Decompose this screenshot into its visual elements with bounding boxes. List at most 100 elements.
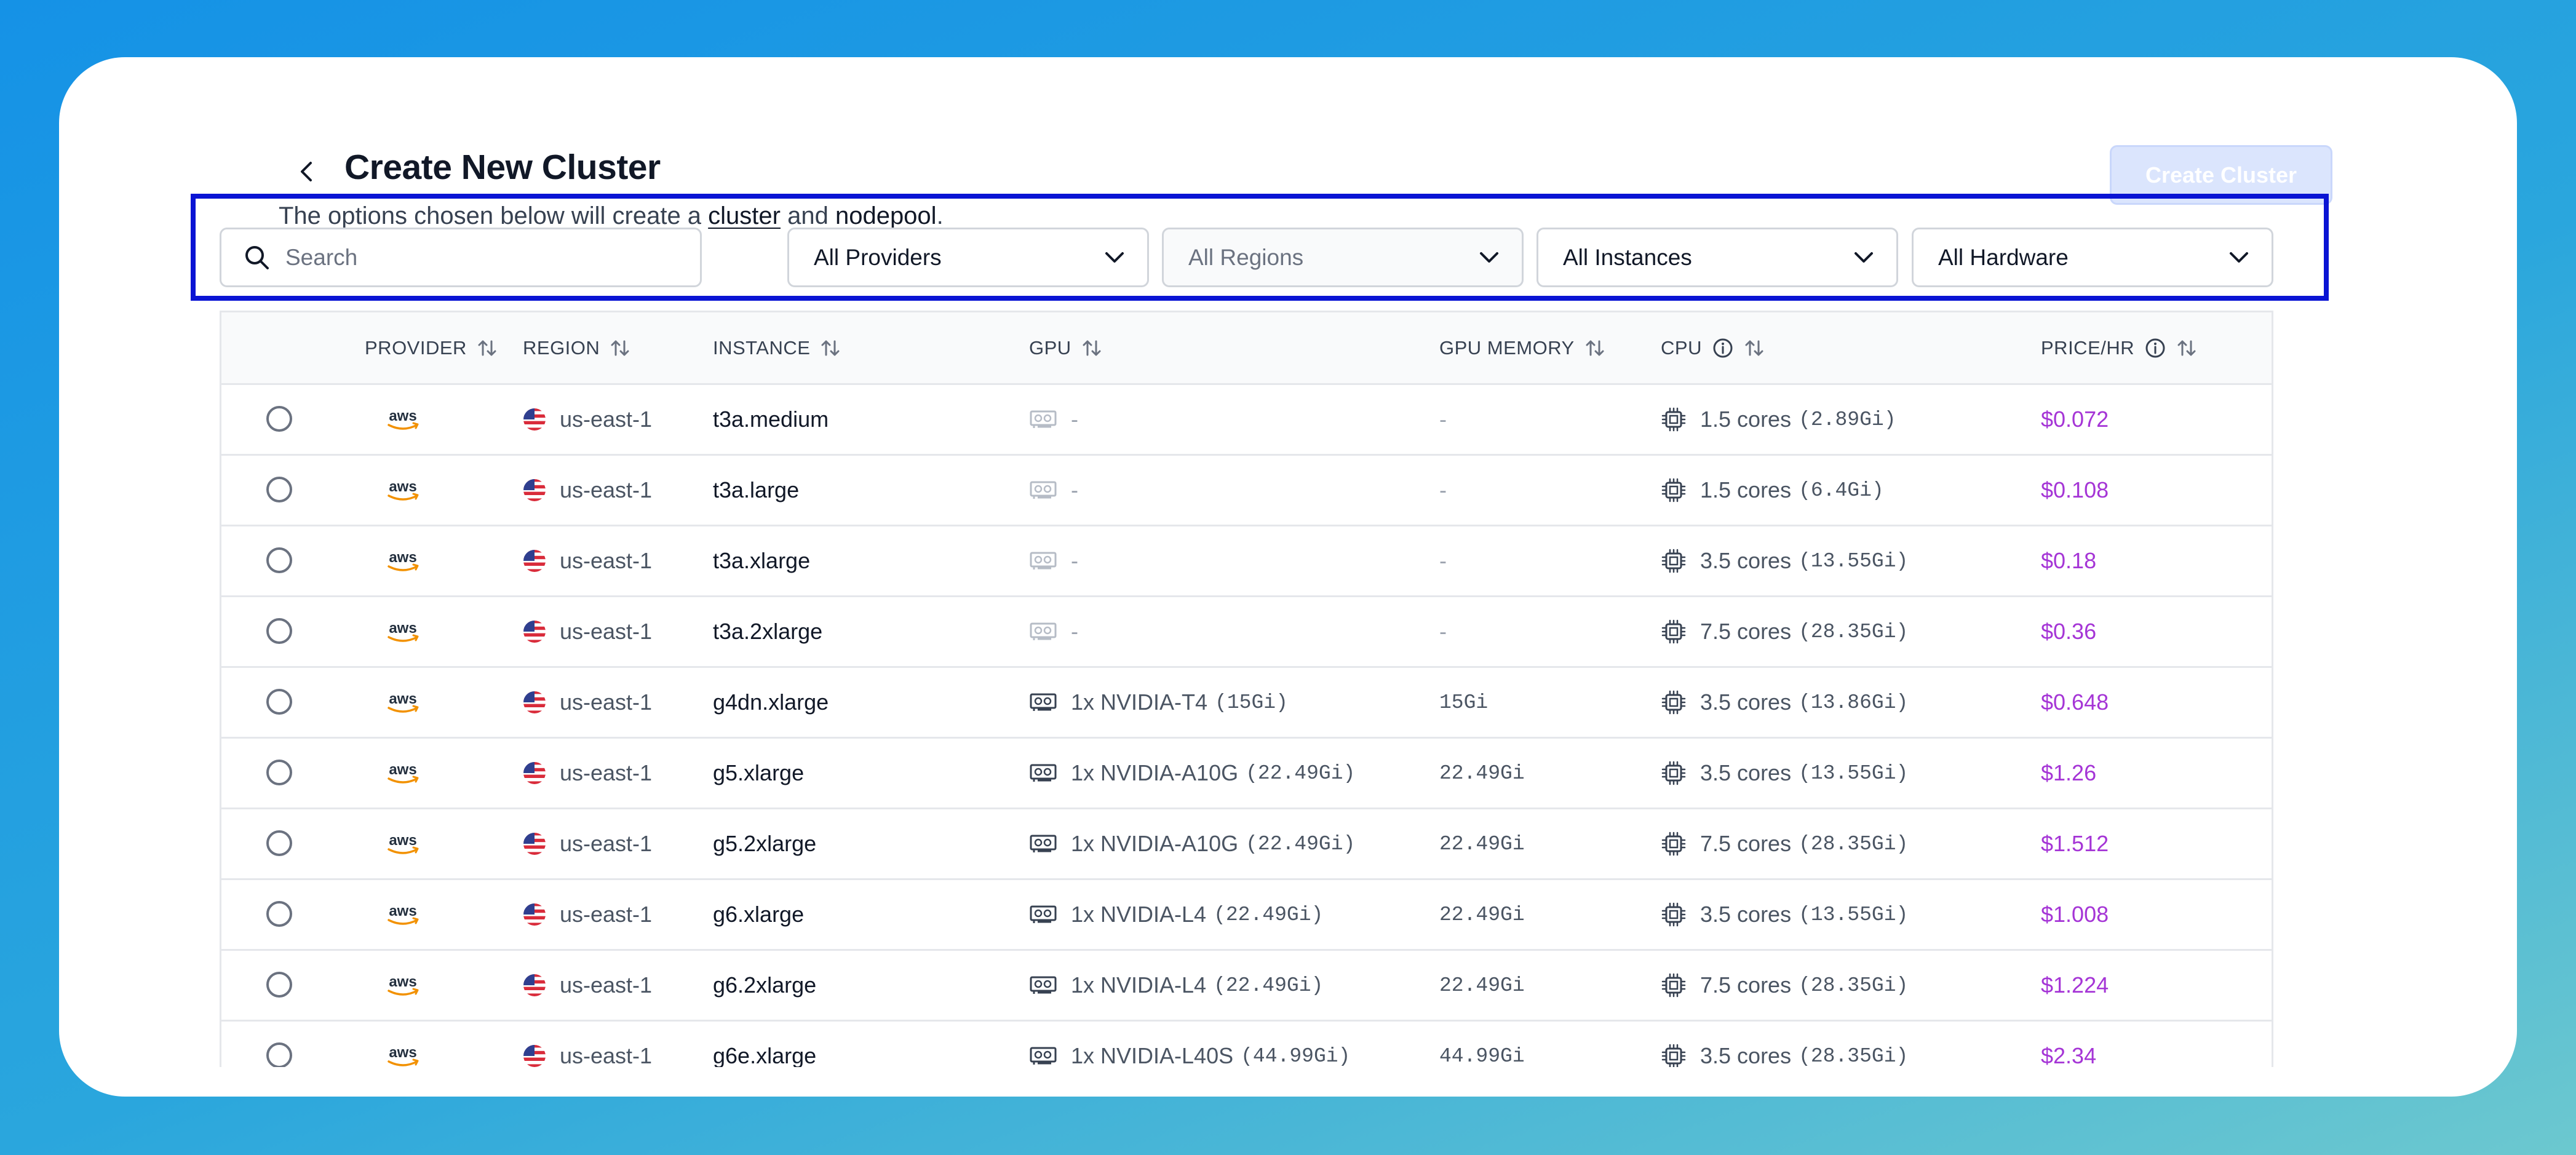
cpu-cores: 3.5 cores [1700, 548, 1792, 573]
table-row[interactable]: aws us-east-1 t3a.large - - 1.5 cores (6.4Gi) $… [221, 456, 2272, 526]
aws-logo: aws [388, 691, 419, 713]
row-select-radio[interactable] [266, 689, 292, 715]
row-select-radio[interactable] [266, 618, 292, 644]
gpu-memory-value: 22.49Gi [1439, 832, 1525, 855]
table-row[interactable]: aws us-east-1 g6.2xlarge 1x NVIDIA-L4 (22.49… [221, 951, 2272, 1022]
gpu-memory-cell: - [1439, 597, 1447, 666]
gpu-memory-inline: (22.49Gi) [1214, 974, 1324, 997]
table-row[interactable]: aws us-east-1 t3a.medium - - 1.5 cores (2.89Gi… [221, 385, 2272, 456]
hardware-select[interactable]: All Hardware [1912, 228, 2273, 287]
column-header-gpu[interactable]: GPU [1029, 312, 1102, 383]
column-header-instance[interactable]: INSTANCE [713, 312, 841, 383]
us-flag-icon [523, 479, 546, 501]
row-select-radio[interactable] [266, 972, 292, 998]
regions-select[interactable]: All Regions [1162, 228, 1524, 287]
gpu-name: - [1071, 407, 1078, 432]
table-row[interactable]: aws us-east-1 g5.2xlarge 1x NVIDIA-A10G (22.… [221, 809, 2272, 880]
table-row[interactable]: aws us-east-1 t3a.xlarge - - 3.5 cores (13.55G… [221, 526, 2272, 597]
table-row[interactable]: aws us-east-1 g4dn.xlarge 1x NVIDIA-T4 (15Gi… [221, 668, 2272, 739]
chevron-down-icon [1480, 252, 1498, 263]
sort-icon [1083, 340, 1101, 355]
row-select-radio[interactable] [266, 901, 292, 927]
gpu-card-icon [1030, 410, 1057, 428]
aws-logo: aws [388, 903, 419, 925]
table-row[interactable]: aws us-east-1 g6e.xlarge 1x NVIDIA-L40S (44.… [221, 1022, 2272, 1067]
svg-text:aws: aws [389, 761, 416, 778]
gpu-name: - [1071, 619, 1078, 644]
cpu-cores: 3.5 cores [1700, 902, 1792, 927]
aws-logo: aws [388, 832, 419, 854]
cpu-cell: 7.5 cores (28.35Gi) [1661, 597, 1908, 666]
cpu-memory: (6.4Gi) [1799, 478, 1884, 502]
price-cell: $1.224 [2041, 951, 2109, 1020]
aws-logo: aws [388, 1044, 419, 1066]
gpu-card-icon [1030, 976, 1057, 994]
svg-text:aws: aws [389, 408, 416, 424]
column-header-cpu[interactable]: CPU [1661, 312, 1765, 383]
cpu-cores: 3.5 cores [1700, 1043, 1792, 1067]
instance-cell: g6.xlarge [713, 880, 804, 949]
row-select-radio[interactable] [266, 477, 292, 502]
row-select-radio[interactable] [266, 547, 292, 573]
gpu-name: 1x NVIDIA-T4 [1071, 689, 1208, 715]
cpu-chip-icon [1661, 1044, 1686, 1067]
gpu-cell: 1x NVIDIA-A10G (22.49Gi) [1029, 739, 1355, 808]
gpu-memory-inline: (44.99Gi) [1241, 1044, 1351, 1068]
cpu-cell: 7.5 cores (28.35Gi) [1661, 809, 1908, 878]
svg-text:aws: aws [389, 974, 416, 990]
sort-icon [821, 340, 840, 355]
gpu-memory-cell: - [1439, 456, 1447, 525]
svg-text:aws: aws [389, 549, 416, 566]
column-header-label: INSTANCE [713, 336, 811, 359]
column-header-label: PROVIDER [365, 336, 467, 359]
svg-text:aws: aws [389, 691, 416, 707]
cpu-memory: (13.86Gi) [1799, 691, 1909, 714]
search-box[interactable] [220, 228, 702, 287]
providers-select[interactable]: All Providers [787, 228, 1149, 287]
column-header-gpu-memory[interactable]: GPU MEMORY [1439, 312, 1605, 383]
price-cell: $0.108 [2041, 456, 2109, 525]
row-select-radio[interactable] [266, 1042, 292, 1067]
table-row[interactable]: aws us-east-1 g6.xlarge 1x NVIDIA-L4 (22.49G… [221, 880, 2272, 951]
search-input[interactable] [284, 244, 668, 271]
region-cell: us-east-1 [523, 385, 652, 454]
cpu-cell: 3.5 cores (13.55Gi) [1661, 880, 1908, 949]
info-icon[interactable] [1712, 337, 1734, 359]
row-select-radio[interactable] [266, 406, 292, 432]
column-header-label: GPU [1029, 336, 1071, 359]
us-flag-icon [523, 550, 546, 572]
row-select-radio[interactable] [266, 830, 292, 856]
gpu-memory-cell: 22.49Gi [1439, 809, 1525, 878]
us-flag-icon [523, 408, 546, 431]
info-icon[interactable] [2144, 337, 2166, 359]
svg-text:aws: aws [389, 1044, 416, 1061]
back-button[interactable] [289, 154, 324, 189]
cpu-chip-icon [1661, 619, 1686, 644]
us-flag-icon [523, 691, 546, 713]
column-header-region[interactable]: REGION [523, 312, 630, 383]
instance-cell: g5.xlarge [713, 739, 804, 808]
region-value: us-east-1 [560, 972, 653, 998]
column-header-provider[interactable]: PROVIDER [365, 312, 498, 383]
table-row[interactable]: aws us-east-1 g5.xlarge 1x NVIDIA-A10G (22.4… [221, 739, 2272, 809]
table-row[interactable]: aws us-east-1 t3a.2xlarge - - 7.5 cores (28.35… [221, 597, 2272, 668]
region-cell: us-east-1 [523, 526, 652, 595]
gpu-memory-value: 15Gi [1439, 691, 1489, 714]
instance-value: t3a.xlarge [713, 548, 811, 573]
instance-value: t3a.large [713, 477, 800, 502]
price-value: $1.26 [2041, 760, 2097, 785]
column-header-price[interactable]: PRICE/HR [2041, 312, 2197, 383]
sort-icon [611, 340, 629, 355]
row-select-radio[interactable] [266, 760, 292, 785]
page-title: Create New Cluster [344, 148, 661, 187]
gpu-card-icon [1030, 764, 1057, 782]
chevron-left-icon [301, 162, 312, 181]
instances-select[interactable]: All Instances [1536, 228, 1898, 287]
cpu-memory: (13.55Gi) [1799, 549, 1909, 573]
region-value: us-east-1 [560, 548, 653, 573]
gpu-cell: - [1029, 456, 1078, 525]
gpu-memory-cell: - [1439, 526, 1447, 595]
gpu-cell: 1x NVIDIA-T4 (15Gi) [1029, 668, 1288, 737]
aws-logo: aws [388, 761, 419, 784]
price-value: $1.008 [2041, 902, 2109, 927]
